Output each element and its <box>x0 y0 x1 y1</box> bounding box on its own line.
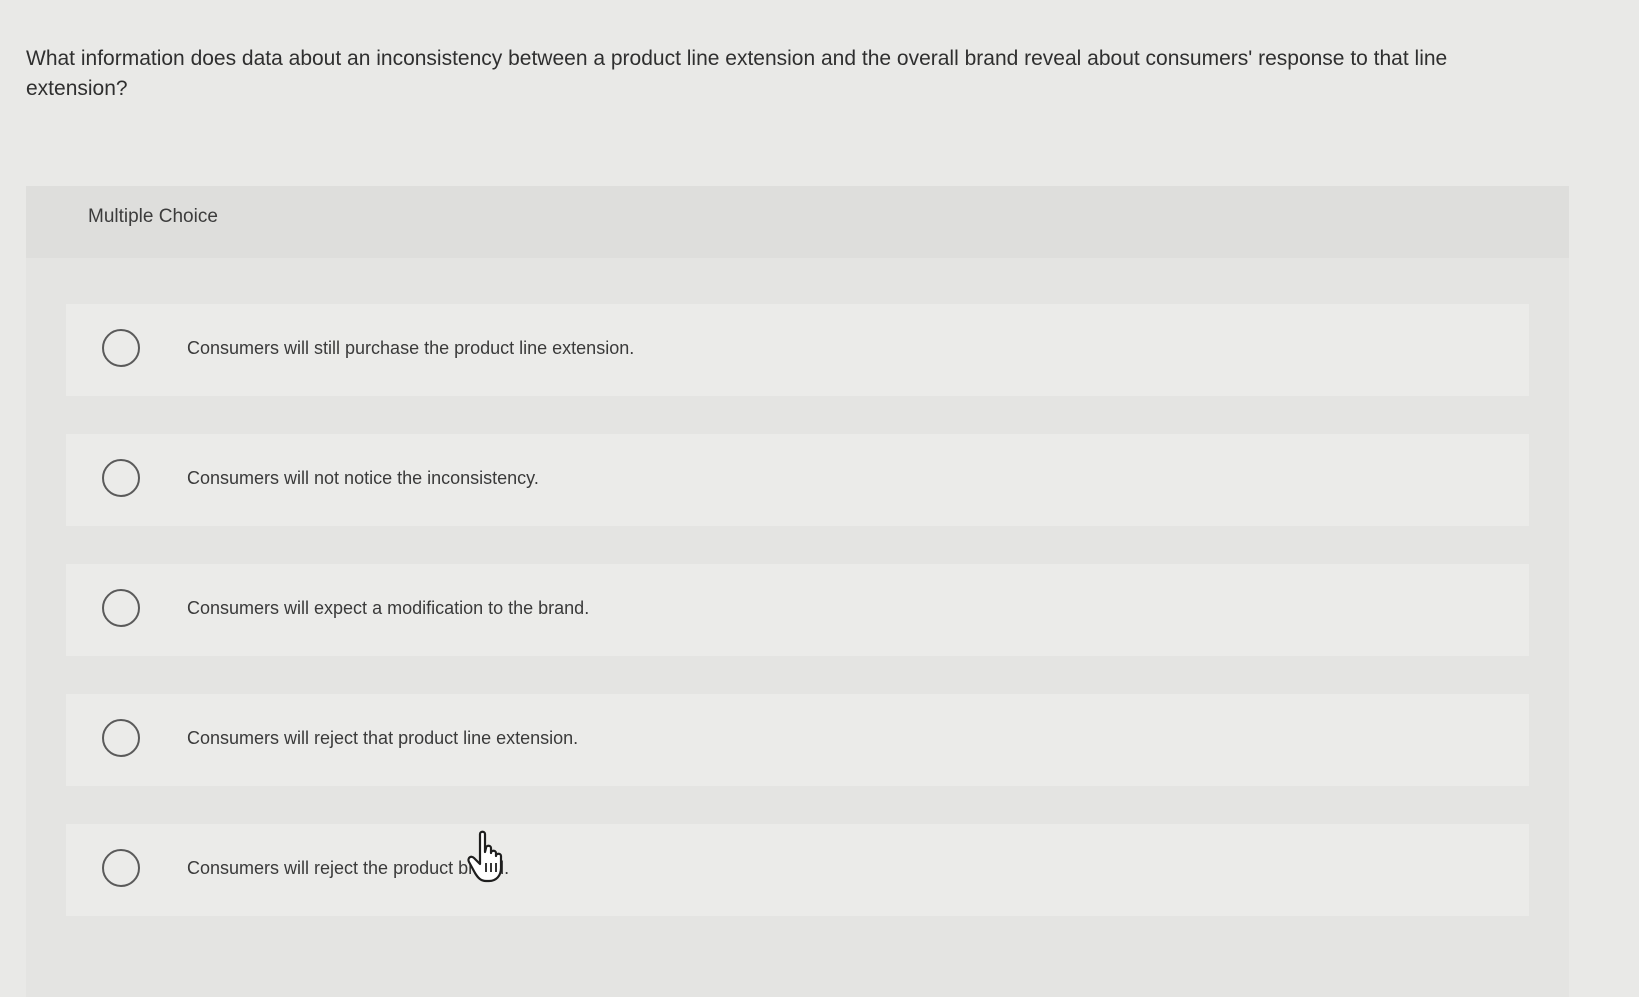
choice-label-3: Consumers will expect a modification to … <box>187 598 590 618</box>
radio-button-3[interactable] <box>102 589 140 627</box>
choice-label-1: Consumers will still purchase the produc… <box>187 338 635 358</box>
choice-option-5[interactable]: Consumers will reject the product brand. <box>66 824 1529 916</box>
hand-pointer-icon <box>466 830 514 884</box>
panel-title: Multiple Choice <box>88 206 218 227</box>
multiple-choice-panel: Multiple Choice Consumers will still pur… <box>26 186 1569 997</box>
choice-option-3[interactable]: Consumers will expect a modification to … <box>66 564 1529 656</box>
radio-button-4[interactable] <box>102 719 140 757</box>
choice-option-2[interactable]: Consumers will not notice the inconsiste… <box>66 434 1529 526</box>
radio-button-1[interactable] <box>102 329 140 367</box>
radio-button-2[interactable] <box>102 459 140 497</box>
choice-option-4[interactable]: Consumers will reject that product line … <box>66 694 1529 786</box>
panel-header: Multiple Choice <box>26 186 1569 258</box>
choice-label-4: Consumers will reject that product line … <box>187 728 579 748</box>
radio-button-5[interactable] <box>102 849 140 887</box>
choice-option-1[interactable]: Consumers will still purchase the produc… <box>66 304 1529 396</box>
choice-label-5: Consumers will reject the product brand. <box>187 858 510 878</box>
question-text: What information does data about an inco… <box>26 47 1448 100</box>
choice-label-2: Consumers will not notice the inconsiste… <box>187 468 539 488</box>
